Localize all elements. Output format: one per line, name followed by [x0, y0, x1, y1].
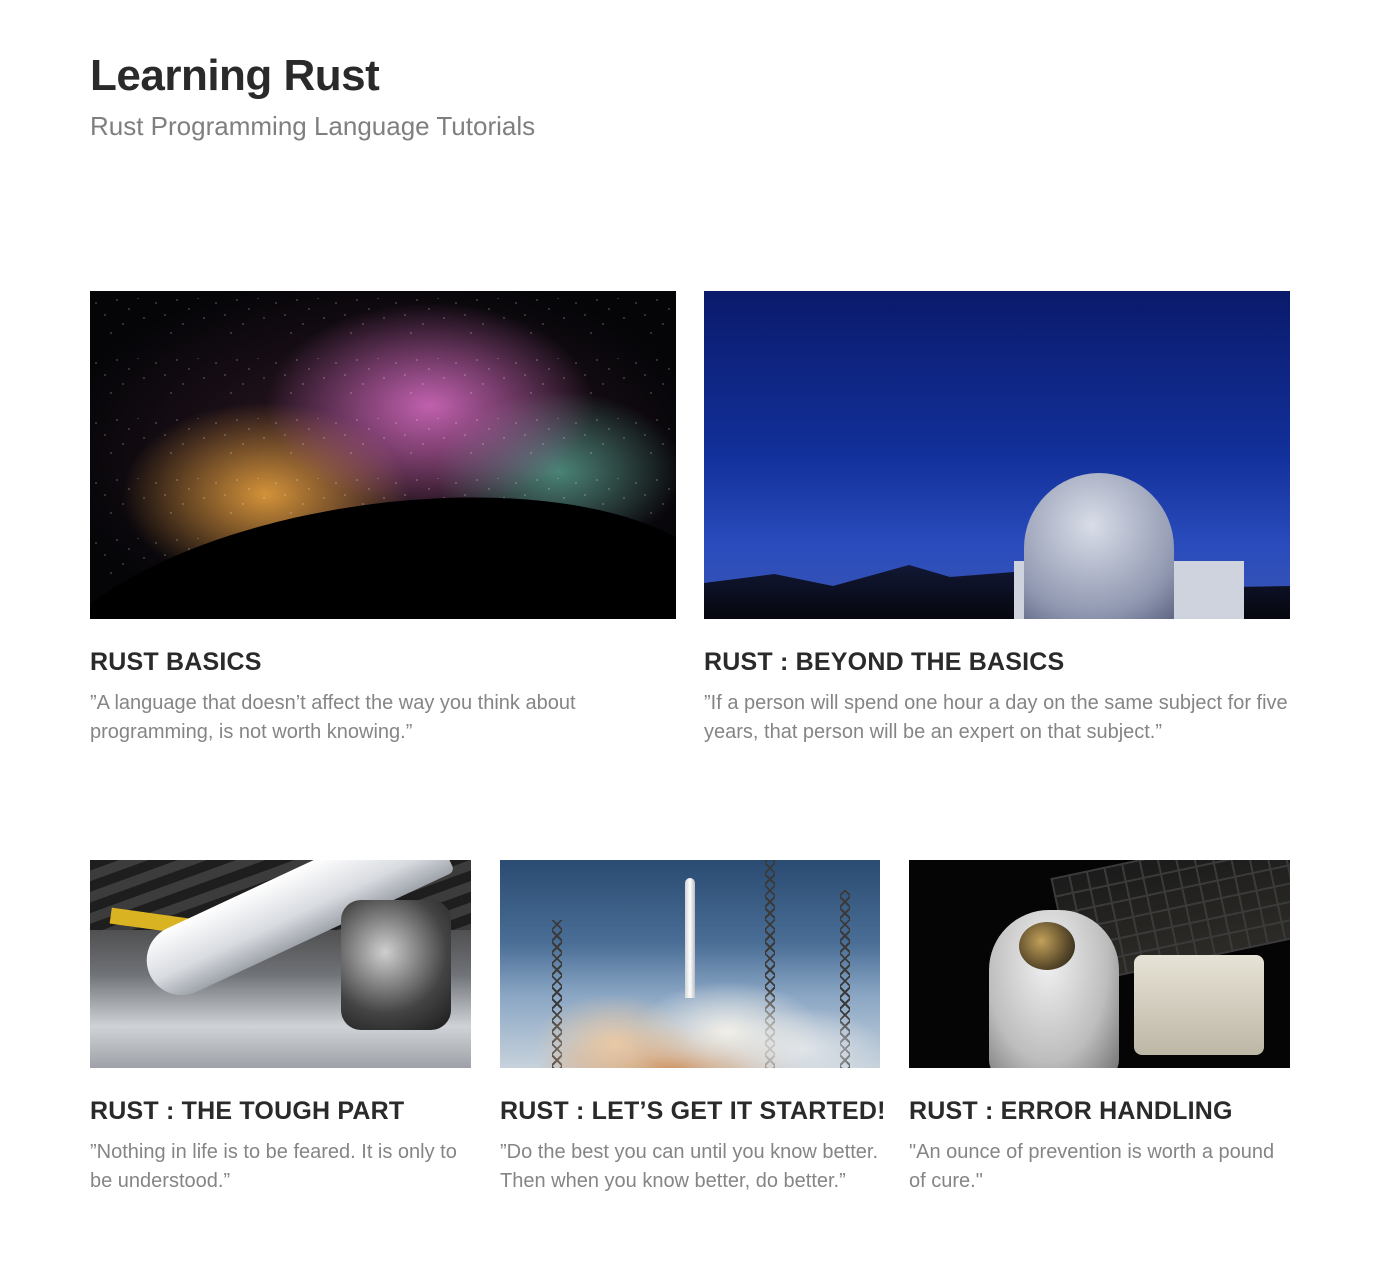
- card-quote: ”Nothing in life is to be feared. It is …: [90, 1141, 457, 1192]
- person-silhouette: [376, 531, 390, 595]
- card-quote: ”Do the best you can until you know bett…: [500, 1141, 878, 1192]
- card-title-beyond-basics[interactable]: RUST : BEYOND THE BASICS: [704, 647, 1290, 677]
- tutorial-card-tough-part: RUST : THE TOUGH PART ”Nothing in life i…: [90, 860, 471, 1196]
- rust-basics-image-link[interactable]: [90, 291, 676, 619]
- astronaut-spacewalk-image: [909, 860, 1290, 1068]
- launch-smoke: [500, 948, 880, 1068]
- site-title[interactable]: Learning Rust: [90, 50, 535, 102]
- tutorial-card-beyond-basics: RUST : BEYOND THE BASICS ”If a person wi…: [704, 291, 1290, 747]
- site-subtitle: Rust Programming Language Tutorials: [90, 111, 536, 141]
- galaxy-silhouette-image: [90, 291, 676, 619]
- card-title-rust-basics[interactable]: RUST BASICS: [90, 647, 676, 677]
- card-quote: ”If a person will spend one hour a day o…: [704, 692, 1288, 743]
- rocket-launch-image: [500, 860, 880, 1068]
- tutorial-card-error-handling: RUST : ERROR HANDLING "An ounce of preve…: [909, 860, 1290, 1196]
- error-handling-image-link[interactable]: [909, 860, 1290, 1068]
- card-title-get-started[interactable]: RUST : LET’S GET IT STARTED!: [500, 1096, 885, 1126]
- equipment-bags: [1134, 955, 1264, 1055]
- observatory-dome: [1024, 473, 1174, 619]
- tutorial-card-rust-basics: RUST BASICS ”A language that doesn’t aff…: [90, 291, 676, 747]
- rocket-hangar-image: [90, 860, 471, 1068]
- card-title-tough-part[interactable]: RUST : THE TOUGH PART: [90, 1096, 471, 1126]
- tough-part-image-link[interactable]: [90, 860, 471, 1068]
- helmet-visor: [1019, 922, 1075, 970]
- card-quote: "An ounce of prevention is worth a pound…: [909, 1141, 1275, 1192]
- get-started-image-link[interactable]: [500, 860, 880, 1068]
- card-title-error-handling[interactable]: RUST : ERROR HANDLING: [909, 1096, 1290, 1126]
- tutorial-card-get-started: RUST : LET’S GET IT STARTED! ”Do the bes…: [500, 860, 885, 1196]
- site-header: Learning Rust Rust Programming Language …: [90, 50, 535, 142]
- observatory-night-image: [704, 291, 1290, 619]
- beyond-basics-image-link[interactable]: [704, 291, 1290, 619]
- rocket-engines: [341, 900, 451, 1030]
- card-quote: ”A language that doesn’t affect the way …: [90, 692, 576, 743]
